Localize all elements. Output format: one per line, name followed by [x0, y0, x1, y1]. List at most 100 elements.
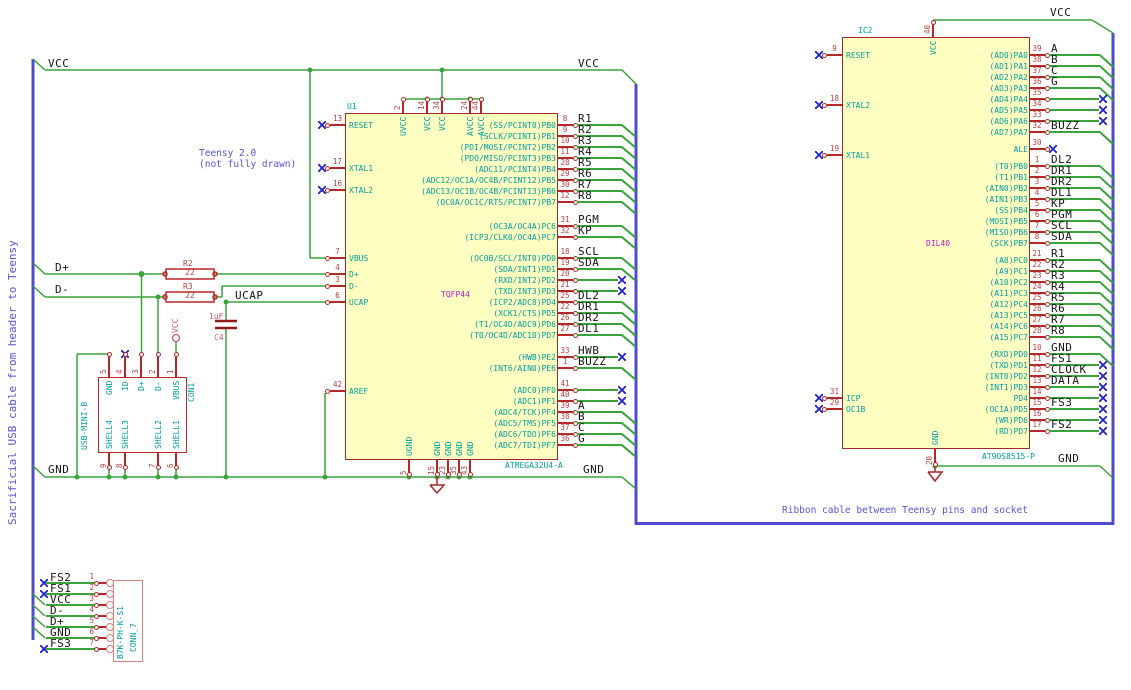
pin-stub — [558, 236, 573, 238]
pin-name: ICP — [846, 393, 861, 403]
pin-number: 31 — [829, 387, 840, 396]
pin-number: 38 — [560, 412, 570, 421]
pin-number: 17 — [1032, 420, 1042, 429]
pin-number: 7 — [1034, 221, 1040, 230]
connector-pad-icon — [106, 611, 114, 620]
conn7-ref: CONN_7 — [129, 623, 138, 652]
pin-number: 5 — [89, 616, 94, 625]
pin-number: 3 — [335, 275, 340, 284]
pin-number: 32 — [560, 226, 570, 235]
pin-name: (OC0A/OC1C/RTS/PCINT7)PB7 — [435, 197, 556, 207]
pin-name: (OC1A)PD5 — [984, 404, 1028, 414]
pin-stub — [558, 367, 573, 369]
pin-name: (AIN0)PB2 — [984, 183, 1028, 193]
net-label-gnd-ic2: GND — [1058, 452, 1080, 465]
pin-name: GND — [443, 441, 453, 456]
wire — [577, 201, 622, 203]
net-label-vcc-right: VCC — [578, 57, 600, 70]
wire — [1049, 408, 1099, 410]
pin-stub — [827, 154, 842, 156]
pin-name: (SDA/INT1)PD1 — [493, 264, 556, 274]
pin-name: (OC0B/SCL/INT0)PD0 — [469, 253, 556, 263]
pin-number: 28 — [1032, 326, 1042, 335]
pin-number: 27 — [560, 324, 570, 333]
no-connect-x — [618, 287, 626, 295]
no-connect-x — [1099, 405, 1107, 413]
pin-stub — [1030, 148, 1045, 150]
pin-stub — [1030, 242, 1045, 244]
connector-pad-icon — [106, 633, 114, 642]
pin-number: 14 — [1032, 387, 1042, 396]
pin-name: (ADC1)PF1 — [512, 396, 556, 406]
no-connect-x — [1099, 427, 1107, 435]
pin-pad-icon — [173, 351, 179, 357]
ic2-value: AT90S8515-P — [982, 452, 1035, 461]
pin-name: (T0)PB0 — [994, 161, 1028, 171]
pin-name: VBUS — [171, 380, 181, 401]
pin-number: 37 — [560, 423, 570, 432]
net-label: BUZZ — [578, 355, 607, 368]
r2-value: 22 — [185, 267, 195, 277]
pin-number: 1 — [1034, 155, 1040, 164]
pin-name: SHELL4 — [104, 420, 114, 449]
no-connect-x — [618, 397, 626, 405]
pin-number: 33 — [560, 346, 570, 355]
pin-number: 10 — [1032, 343, 1042, 352]
no-connect-x — [1099, 361, 1107, 369]
pin-name: AVCC — [465, 116, 475, 137]
pin-number: 39 — [560, 401, 570, 410]
pin-name: (MOSI)PB5 — [984, 216, 1028, 226]
no-connect-x — [318, 121, 326, 129]
pin-name: (AD0)PA0 — [989, 50, 1028, 60]
pin-number: 1 — [562, 357, 568, 366]
pin-name: (INT0)PD2 — [984, 371, 1028, 381]
pin-name: (ADC5/TMS)PF5 — [493, 418, 556, 428]
pin-number: 6 — [166, 463, 175, 468]
pin-name: D- — [349, 281, 359, 291]
pin-number: 7 — [89, 638, 94, 647]
pin-name: (AD7)PA7 — [989, 127, 1028, 137]
pin-number: 43 — [460, 465, 469, 475]
pin-number: 22 — [1032, 260, 1042, 269]
net-label: R8 — [1051, 324, 1066, 337]
pin-pad-icon — [930, 19, 936, 25]
wire — [577, 389, 618, 391]
r3-value: 22 — [185, 290, 195, 300]
net-label: DATA — [1051, 374, 1080, 387]
pin-name: (A12)PC4 — [989, 299, 1028, 309]
no-connect-x — [1099, 416, 1107, 424]
pin-number: 21 — [1032, 249, 1042, 258]
pin-number: 19 — [560, 258, 570, 267]
wire — [1049, 109, 1099, 111]
wire — [1049, 430, 1099, 432]
pin-name: GND — [930, 430, 940, 445]
pin-number: 5 — [1034, 199, 1040, 208]
pin-number: 9 — [832, 44, 837, 53]
pin-name: (OC3A/OC4A)PC6 — [488, 221, 556, 231]
pin-name: (HWB)PE2 — [517, 352, 556, 362]
pin-number: 34 — [1032, 99, 1042, 108]
pin-name: (MISO)PB6 — [984, 227, 1028, 237]
pin-name: (SS/PCINT0)PB0 — [488, 120, 556, 130]
pin-number: 34 — [432, 100, 441, 110]
pin-name: (XCK1/CTS)PD5 — [493, 308, 556, 318]
no-connect-x — [40, 590, 48, 598]
pin-name: (AD1)PA1 — [989, 61, 1028, 71]
pin-number: 20 — [560, 269, 570, 278]
pin-name: (AD5)PA5 — [989, 105, 1028, 115]
pin-number: 23 — [1032, 271, 1042, 280]
pin-number: 9 — [99, 463, 108, 468]
c4-value: 1uF — [209, 312, 224, 321]
pin-number: 10 — [560, 136, 570, 145]
pin-number: 22 — [560, 302, 570, 311]
pin-stub — [140, 354, 142, 377]
pin-name: (ADC0)PF0 — [512, 385, 556, 395]
pin-name: (INT6/AIN0)PE6 — [488, 363, 556, 373]
no-connect-x — [1099, 372, 1107, 380]
pin-number: 30 — [560, 180, 570, 189]
pin-number: 6 — [335, 291, 340, 300]
con1-value: USB-MINI-B — [80, 401, 89, 450]
connector-pad-icon — [106, 589, 114, 598]
pin-number: 31 — [560, 215, 570, 224]
pin-number: 42 — [332, 380, 343, 389]
